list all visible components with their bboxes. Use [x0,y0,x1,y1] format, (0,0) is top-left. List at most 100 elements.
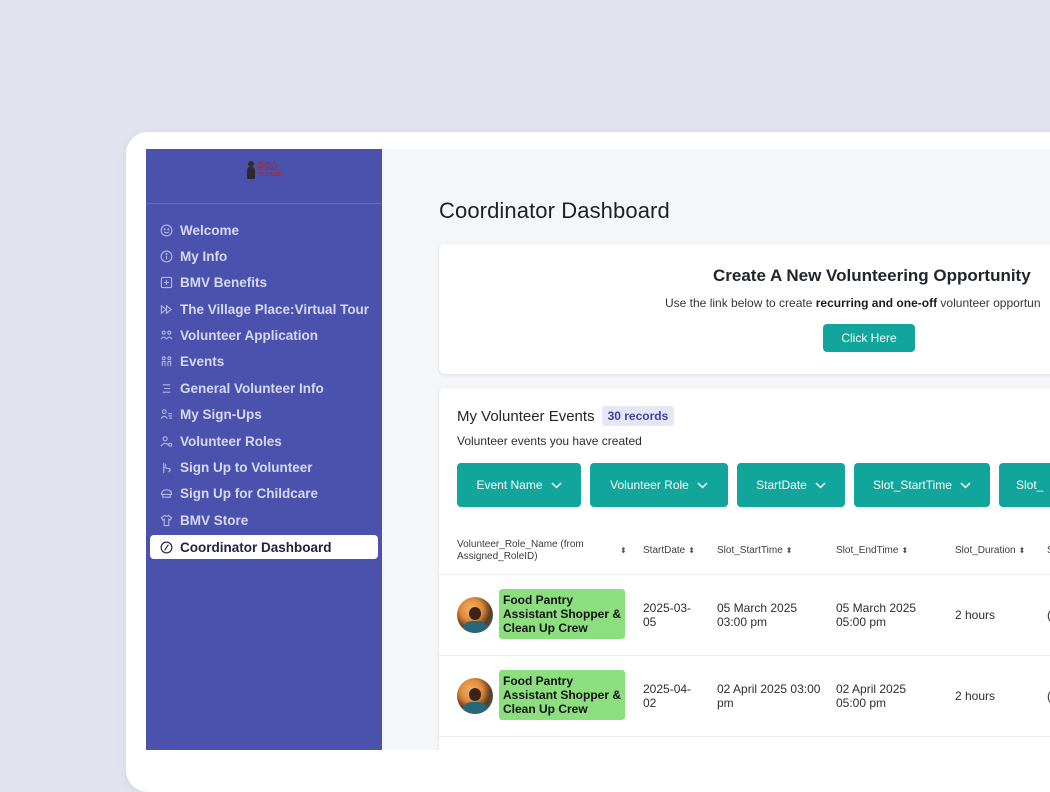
info-icon [159,249,173,263]
logo-line-3: VILLAGE [257,171,282,178]
record-count-badge: 30 records [601,406,675,426]
chevron-down-icon [960,481,971,489]
logo-figure-icon [246,161,255,179]
sidebar-item-label: Sign Up for Childcare [180,486,319,502]
table-header: Volunteer_Role_Name (from Assigned_RoleI… [439,527,1050,575]
column-header-slot-end-time[interactable]: Slot_EndTime ⬍ [836,527,908,574]
cell-slot-end: 05 March 2025 05:00 pm [836,601,917,629]
sidebar-item-bmv-benefits[interactable]: BMV Benefits [150,270,378,296]
list-icon [159,381,173,395]
chevron-down-icon [697,481,708,489]
people-icon [159,329,173,343]
filter-start-date[interactable]: StartDate [737,463,845,507]
desc-prefix: Use the link below to create [665,296,816,310]
sidebar-item-welcome[interactable]: Welcome [150,217,378,243]
column-header-slot-duration[interactable]: Slot_Duration ⬍ [955,527,1025,574]
page-title: Coordinator Dashboard [439,198,670,223]
filter-label: Volunteer Role [610,478,689,492]
events-description: Volunteer events you have created [457,434,642,448]
desc-bold: recurring and one-off [815,296,938,310]
sidebar-item-label: Coordinator Dashboard [180,539,332,555]
gauge-icon [159,540,173,554]
desc-suffix: volunteer opportun [937,296,1041,310]
column-header-role[interactable]: Volunteer_Role_Name (from Assigned_RoleI… [457,527,632,574]
filter-event-name[interactable]: Event Name [457,463,581,507]
sidebar-item-events[interactable]: Events [150,349,378,375]
cell-slot-start: 05 March 2025 03:00 pm [717,601,798,629]
group-icon [159,355,173,369]
sidebar-item-virtual-tour[interactable]: The Village Place:Virtual Tour [150,296,378,322]
column-label: Slot_EndTime [836,544,899,556]
table-row[interactable]: Food Pantry Assistant Shopper & Clean Up… [439,656,1050,737]
table-row[interactable]: Food Pantry Assistant Shopper & Clean Up… [439,575,1050,656]
create-opportunity-card: Create A New Volunteering Opportunity Us… [439,244,1050,374]
sidebar-item-my-sign-ups[interactable]: My Sign-Ups [150,402,378,428]
column-label: Slot_Duration [955,544,1016,556]
column-header-start-date[interactable]: StartDate ⬍ [643,527,695,574]
sidebar-item-label: BMV Store [180,512,249,528]
events-header: My Volunteer Events 30 records [457,406,675,426]
sort-icon: ⬍ [901,545,909,555]
logo-area: BLACK MAMAS VILLAGE [146,149,382,204]
cell-slot-start: 02 April 2025 03:00 pm [717,682,821,710]
events-title: My Volunteer Events [457,407,595,425]
sidebar-item-coordinator-dashboard[interactable]: Coordinator Dashboard [150,535,378,560]
sidebar-item-general-volunteer-info[interactable]: General Volunteer Info [150,375,378,401]
sidebar-item-sign-up-for-childcare[interactable]: Sign Up for Childcare [150,481,378,507]
chevron-down-icon [550,481,562,489]
smiley-icon [159,223,173,237]
filter-label: Slot_StartTime [873,478,952,492]
filter-bar: Event Name Volunteer Role StartDate Slot… [457,463,1050,507]
filter-label: StartDate [756,478,807,492]
cell-start-date: 2025-04-02 [643,682,692,710]
sidebar-item-label: My Sign-Ups [180,407,262,423]
sidebar-item-label: The Village Place:Virtual Tour [180,301,370,317]
sidebar-item-bmv-store[interactable]: BMV Store [150,507,378,533]
cell-start-date: 2025-03-05 [643,601,692,629]
sidebar-item-volunteer-application[interactable]: Volunteer Application [150,323,378,349]
person-list-icon [159,408,173,422]
create-opportunity-description: Use the link below to create recurring a… [665,296,1041,310]
sidebar-item-label: Events [180,354,225,370]
avatar [457,597,493,633]
cell-duration: 2 hours [955,689,996,703]
chevron-down-icon [815,481,826,489]
sidebar-item-label: Sign Up to Volunteer [180,460,313,476]
person-gear-icon [159,434,173,448]
column-label: Slot_StartTime [717,544,783,556]
role-tag: Food Pantry Assistant Shopper & Clean Up… [499,589,625,639]
sidebar-nav: Welcome My Info BMV Benefits The Village… [146,204,382,560]
sidebar: BLACK MAMAS VILLAGE Welcome My Info BMV … [146,149,382,750]
stroller-icon [159,487,173,501]
sidebar-item-label: Volunteer Roles [180,433,282,449]
sidebar-item-label: BMV Benefits [180,275,268,291]
volunteer-events-card: My Volunteer Events 30 records Volunteer… [439,388,1050,750]
role-tag: Food Pantry Assistant Shopper & Clean Up… [499,670,625,720]
sort-icon: ⬍ [1018,545,1026,555]
column-header-slot-start-time[interactable]: Slot_StartTime ⬍ [717,527,792,574]
sort-icon: ⬍ [785,545,793,555]
cell-slot-end: 02 April 2025 05:00 pm [836,682,907,710]
filter-slot-start-time[interactable]: Slot_StartTime [854,463,990,507]
filter-slot-truncated[interactable]: Slot_ [999,463,1050,507]
column-label: StartDate [643,544,686,556]
filter-label: Slot_ [1016,478,1044,492]
app: BLACK MAMAS VILLAGE Welcome My Info BMV … [146,149,1050,750]
click-here-button[interactable]: Click Here [823,324,915,352]
cell-duration: 2 hours [955,608,996,622]
fast-forward-icon [159,302,173,316]
sidebar-item-label: General Volunteer Info [180,380,324,396]
sidebar-item-volunteer-roles[interactable]: Volunteer Roles [150,428,378,454]
sort-icon: ⬍ [620,545,627,555]
plus-box-icon [159,276,173,290]
create-opportunity-title: Create A New Volunteering Opportunity [713,266,1031,285]
logo[interactable]: BLACK MAMAS VILLAGE [246,161,282,179]
avatar [457,678,493,714]
filter-label: Event Name [476,478,543,492]
sidebar-item-my-info[interactable]: My Info [150,243,378,269]
hand-icon [159,461,173,475]
filter-volunteer-role[interactable]: Volunteer Role [590,463,728,507]
sidebar-item-label: Welcome [180,222,240,238]
sidebar-item-label: My Info [180,248,228,264]
sidebar-item-sign-up-to-volunteer[interactable]: Sign Up to Volunteer [150,455,378,481]
